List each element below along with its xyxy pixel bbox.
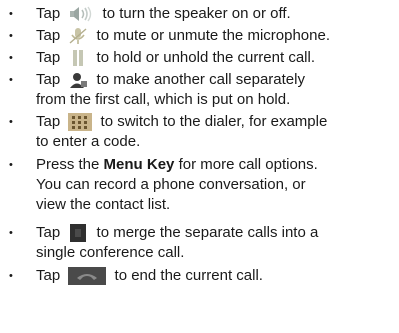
item-text: to enter a code. bbox=[36, 133, 141, 150]
item-text: Tap bbox=[36, 27, 61, 44]
item-text: You can record a phone conversation, or bbox=[36, 176, 306, 193]
microphone-mute-icon bbox=[67, 27, 89, 45]
item-text: to end the current call. bbox=[114, 267, 263, 284]
item-text: Tap bbox=[36, 113, 61, 130]
end-call-icon bbox=[67, 266, 107, 286]
add-call-icon bbox=[67, 71, 89, 89]
bullet: • bbox=[9, 30, 13, 42]
bullet: • bbox=[9, 8, 13, 20]
item-text: single conference call. bbox=[36, 244, 185, 261]
bullet: • bbox=[9, 270, 13, 282]
item-text: Tap bbox=[36, 5, 61, 22]
item-text: Press the bbox=[36, 156, 100, 173]
hold-icon bbox=[67, 49, 89, 67]
bullet: • bbox=[9, 227, 13, 239]
bullet: • bbox=[9, 159, 13, 171]
item-text: Tap bbox=[36, 224, 61, 241]
item-text: to merge the separate calls into a bbox=[96, 224, 319, 241]
item-text: to make another call separately bbox=[96, 71, 305, 88]
item-text: to hold or unhold the current call. bbox=[96, 49, 315, 66]
item-text: view the contact list. bbox=[36, 196, 171, 213]
menu-key-label: Menu Key bbox=[103, 156, 175, 173]
item-text: Tap bbox=[36, 267, 61, 284]
item-text: to mute or unmute the microphone. bbox=[96, 27, 330, 44]
item-text: to switch to the dialer, for example bbox=[100, 113, 328, 130]
merge-calls-icon bbox=[67, 223, 89, 243]
item-text: from the first call, which is put on hol… bbox=[36, 91, 291, 108]
bullet: • bbox=[9, 52, 13, 64]
bullet: • bbox=[9, 116, 13, 128]
item-text: to turn the speaker on or off. bbox=[102, 5, 291, 22]
item-text: Tap bbox=[36, 71, 61, 88]
item-text: for more call options. bbox=[178, 156, 318, 173]
bullet: • bbox=[9, 74, 13, 86]
dialpad-icon bbox=[67, 112, 93, 132]
speaker-icon bbox=[67, 6, 95, 22]
item-text: Tap bbox=[36, 49, 61, 66]
instruction-list: • Tap to turn the speaker on or off. • T… bbox=[0, 0, 399, 333]
